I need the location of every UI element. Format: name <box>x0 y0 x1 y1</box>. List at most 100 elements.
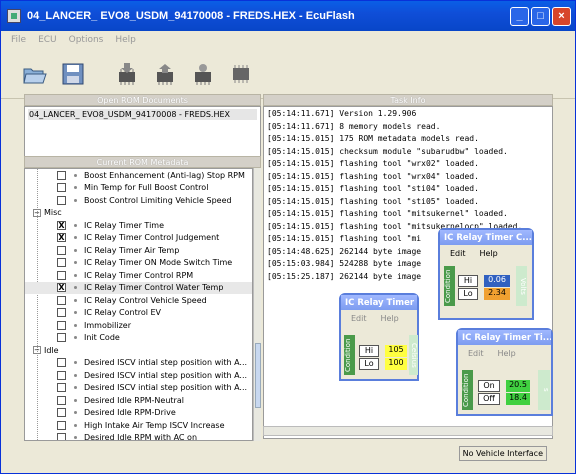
menu-options[interactable]: Options <box>69 35 104 45</box>
lo-value[interactable]: 100 <box>385 358 407 370</box>
tree-item-checkbox[interactable]: X <box>57 220 66 230</box>
tree-item-checkbox[interactable] <box>57 333 66 343</box>
tree-item[interactable]: IC Relay Control EV <box>25 307 252 320</box>
off-value[interactable]: 18.4 <box>506 393 530 405</box>
metadata-header: Current ROM Metadata <box>24 156 261 168</box>
bullet-icon <box>74 323 77 327</box>
tree-item-checkbox[interactable]: X <box>57 233 66 243</box>
tree-item[interactable]: Desired ISCV intial step position with A… <box>25 382 252 395</box>
tree-item[interactable]: Immobilizer <box>25 319 252 332</box>
maximize-button[interactable]: □ <box>531 6 550 26</box>
hi-value[interactable]: 0.06 <box>484 275 510 287</box>
tree-item-checkbox[interactable] <box>57 170 66 180</box>
tree-category[interactable]: − Idle <box>25 344 252 357</box>
popup-edit-menu[interactable]: Edit <box>450 249 466 258</box>
popup-edit-menu[interactable]: Edit <box>468 349 484 358</box>
tree-item[interactable]: High Intake Air Temp ISCV Increase <box>25 419 252 432</box>
tree-item[interactable]: Desired Idle RPM-Drive <box>25 407 252 420</box>
tree-item[interactable]: Desired ISCV intial step position with A… <box>25 357 252 370</box>
lo-value[interactable]: 2.34 <box>484 288 510 300</box>
ic-relay-timer-control-popup[interactable]: IC Relay Timer C...× EditHelp Condition … <box>438 228 534 320</box>
expand-toggle-icon[interactable]: − <box>33 346 41 355</box>
tree-item[interactable]: Boost Enhancement (Anti-lag) Stop RPM <box>25 169 252 182</box>
tree-item[interactable]: Boost Control Limiting Vehicle Speed <box>25 194 252 207</box>
tree-item-label: IC Relay Timer ON Mode Switch Time <box>84 258 233 268</box>
menu-ecu[interactable]: ECU <box>38 35 57 45</box>
bullet-icon <box>74 248 77 252</box>
tree-item-label: Init Code <box>84 333 120 343</box>
hi-button[interactable]: Hi <box>458 275 478 287</box>
tree-item[interactable]: Desired ISCV intial step position with A… <box>25 369 252 382</box>
tree-item[interactable]: Init Code <box>25 332 252 345</box>
tree-item-checkbox[interactable] <box>57 370 66 380</box>
log-line: [05:14:15.015] flashing tool "sti05" loa… <box>267 196 479 206</box>
vehicle-interface-status: No Vehicle Interface <box>458 446 547 461</box>
off-button[interactable]: Off <box>478 393 500 405</box>
tree-item[interactable]: Min Temp for Full Boost Control <box>25 182 252 195</box>
bullet-icon <box>74 298 77 302</box>
chip-icon[interactable] <box>229 62 253 86</box>
bullet-icon <box>74 411 77 415</box>
tree-item-checkbox[interactable] <box>57 433 66 440</box>
tree-item[interactable]: X IC Relay Timer Time <box>25 219 252 232</box>
on-button[interactable]: On <box>478 380 500 392</box>
tree-item[interactable]: Desired Idle RPM with AC on <box>25 432 252 441</box>
chip-test-icon[interactable] <box>191 62 215 86</box>
tree-item[interactable]: X IC Relay Timer Control Water Temp <box>25 281 252 294</box>
title-bar[interactable]: 04_LANCER_ EVO8_USDM_94170008 - FREDS.HE… <box>1 1 575 31</box>
tree-item-checkbox[interactable] <box>57 420 66 430</box>
tree-item[interactable]: X IC Relay Timer Control Judgement <box>25 232 252 245</box>
scroll-thumb[interactable] <box>255 343 261 408</box>
close-button[interactable]: × <box>552 6 571 26</box>
popup-help-menu[interactable]: Help <box>480 249 498 258</box>
lo-button[interactable]: Lo <box>359 358 379 370</box>
tree-item-checkbox[interactable] <box>57 383 66 393</box>
tree-item[interactable]: IC Relay Timer Control RPM <box>25 269 252 282</box>
tree-item[interactable]: IC Relay Timer Air Temp <box>25 244 252 257</box>
tree-category[interactable]: − Misc <box>25 207 252 220</box>
chip-read-icon[interactable] <box>115 62 139 86</box>
tree-item-checkbox[interactable] <box>57 245 66 255</box>
log-line: [05:14:11.671] Version 1.29.906 <box>267 109 417 118</box>
popup-edit-menu[interactable]: Edit <box>351 314 367 323</box>
minimize-button[interactable]: _ <box>510 6 529 26</box>
tree-item-checkbox[interactable] <box>57 270 66 280</box>
ic-relay-timer-air-temp-popup[interactable]: IC Relay Timer ... Edit Help Condition Hi… <box>339 293 419 381</box>
on-value[interactable]: 20.5 <box>506 380 530 392</box>
status-bar: No Vehicle Interface <box>1 442 576 464</box>
metadata-scrollbar[interactable] <box>253 168 261 441</box>
popup-help-menu[interactable]: Help <box>498 349 516 358</box>
tree-item-checkbox[interactable] <box>57 395 66 405</box>
popup-help-menu[interactable]: Help <box>381 314 399 323</box>
hi-button[interactable]: Hi <box>359 345 379 357</box>
tree-item-label: Desired Idle RPM with AC on <box>84 433 198 441</box>
tree-item-checkbox[interactable] <box>57 308 66 318</box>
tree-item-checkbox[interactable] <box>57 320 66 330</box>
tree-item-checkbox[interactable] <box>57 358 66 368</box>
ic-relay-timer-time-popup[interactable]: IC Relay Timer Ti... Edit Help Condition … <box>456 328 553 416</box>
expand-toggle-icon[interactable]: − <box>33 208 41 217</box>
tree-item-checkbox[interactable] <box>57 408 66 418</box>
unit-label: Volts <box>516 266 527 306</box>
hi-value[interactable]: 105 <box>385 345 407 357</box>
tree-item-checkbox[interactable] <box>57 295 66 305</box>
tree-item-checkbox[interactable] <box>57 195 66 205</box>
tree-item-label: IC Relay Timer Control RPM <box>84 270 194 280</box>
chip-write-icon[interactable] <box>153 62 177 86</box>
rom-list-item[interactable]: 04_LANCER_ EVO8_USDM_94170008 - FREDS.HE… <box>28 109 257 120</box>
task-log-hscrollbar[interactable] <box>263 426 553 436</box>
tree-item-checkbox[interactable] <box>57 258 66 268</box>
tree-item-checkbox[interactable] <box>57 183 66 193</box>
bullet-icon <box>74 223 77 227</box>
tree-item[interactable]: IC Relay Control Vehicle Speed <box>25 294 252 307</box>
tree-item-checkbox[interactable]: X <box>57 283 66 293</box>
condition-axis-label: Condition <box>344 335 355 375</box>
menu-file[interactable]: File <box>11 35 26 45</box>
lo-button[interactable]: Lo <box>458 288 478 300</box>
open-folder-icon[interactable] <box>23 62 47 86</box>
save-disk-icon[interactable] <box>61 62 85 86</box>
tree-item[interactable]: Desired Idle RPM-Neutral <box>25 394 252 407</box>
tree-item-label: IC Relay Timer Control Water Temp <box>84 283 224 293</box>
menu-help[interactable]: Help <box>115 35 136 45</box>
tree-item[interactable]: IC Relay Timer ON Mode Switch Time <box>25 257 252 270</box>
